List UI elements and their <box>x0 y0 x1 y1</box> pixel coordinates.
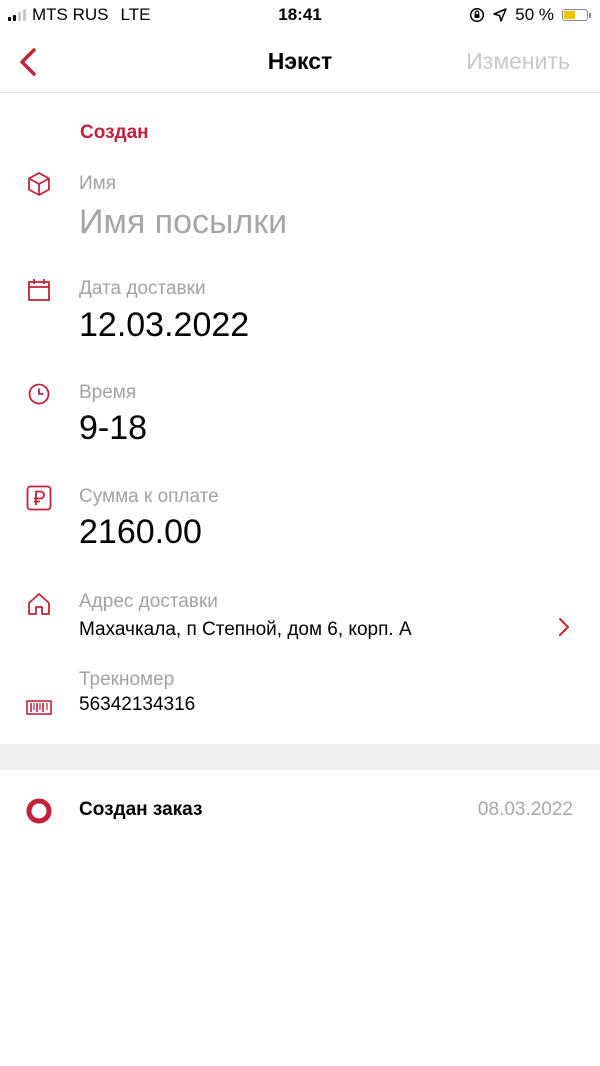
parcel-name-input[interactable]: Имя посылки <box>79 203 287 242</box>
edit-button[interactable]: Изменить <box>466 48 570 75</box>
location-icon <box>493 8 507 22</box>
barcode-icon <box>25 693 53 721</box>
battery-level <box>564 11 575 19</box>
order-status: Создан <box>80 122 149 143</box>
name-label: Имя <box>79 173 117 194</box>
status-right: 50 % <box>469 5 591 25</box>
address-value[interactable]: Махачкала, п Степной, дом 6, корп. А <box>79 619 412 641</box>
delivery-date-label: Дата доставки <box>79 278 206 299</box>
nav-bar: Нэкст Изменить <box>0 32 600 93</box>
ruble-icon <box>25 484 53 512</box>
chevron-right-icon[interactable] <box>556 615 572 639</box>
amount-value: 2160.00 <box>79 513 202 551</box>
section-divider <box>0 744 600 770</box>
history-event-date: 08.03.2022 <box>477 799 573 820</box>
orientation-lock-icon <box>470 7 485 23</box>
tracking-label: Трекномер <box>79 669 175 690</box>
battery-percent: 50 % <box>515 5 554 24</box>
home-icon <box>25 590 53 618</box>
time-label: Время <box>79 382 137 403</box>
time-value: 9-18 <box>79 409 148 447</box>
tracking-value: 56342134316 <box>79 694 196 715</box>
amount-label: Сумма к оплате <box>79 486 219 507</box>
calendar-icon <box>25 276 53 304</box>
history-event-title: Создан заказ <box>79 799 203 820</box>
package-icon <box>25 170 53 198</box>
clock-icon <box>25 380 53 408</box>
status-bar: MTS RUS LTE 18:41 50 % <box>0 0 600 32</box>
address-label: Адрес доставки <box>79 591 218 612</box>
delivery-date-value: 12.03.2022 <box>79 306 250 344</box>
battery-icon <box>562 9 591 21</box>
timeline-dot-icon <box>25 797 53 825</box>
